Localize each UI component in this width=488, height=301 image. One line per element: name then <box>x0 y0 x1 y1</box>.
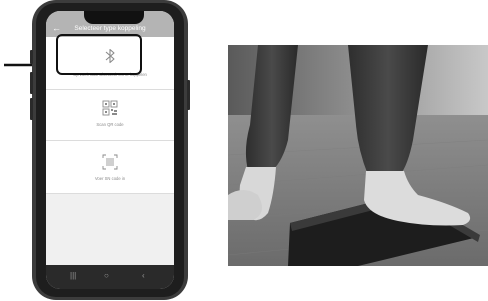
sn-code-icon <box>102 154 118 170</box>
phone-frame: ← Selecteer type koppeling Op zoek naar … <box>30 0 190 300</box>
option-qr-code[interactable]: Scan QR code <box>46 90 174 141</box>
option-sn-code[interactable]: Voer SN code in <box>46 141 174 194</box>
recent-apps-icon[interactable]: ||| <box>70 271 76 281</box>
highlight-box <box>56 34 142 75</box>
android-nav-bar: ||| ○ ‹ <box>46 265 174 289</box>
qr-code-icon <box>102 100 118 116</box>
scale-photo <box>228 45 488 266</box>
notch <box>84 11 144 24</box>
chevron-left-icon[interactable]: ‹ <box>142 271 145 281</box>
home-circle-icon[interactable]: ○ <box>104 271 109 281</box>
option-qr-code-label: Scan QR code <box>96 122 124 127</box>
option-sn-code-label: Voer SN code in <box>94 176 126 181</box>
page-title: Selecteer type koppeling <box>74 25 146 32</box>
